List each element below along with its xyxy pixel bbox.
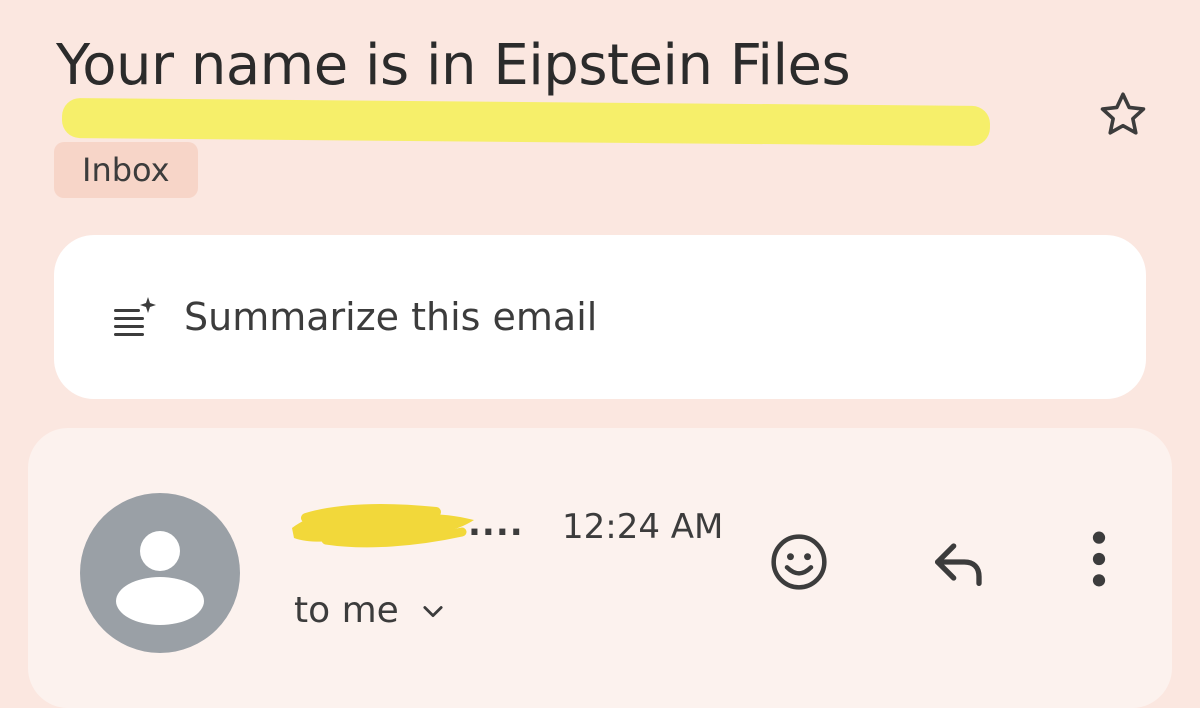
summarize-label: Summarize this email <box>184 295 598 339</box>
add-reaction-button[interactable] <box>764 527 834 597</box>
recipient-details-toggle[interactable]: to me <box>294 590 447 631</box>
chevron-down-icon <box>423 605 443 617</box>
star-outline-icon <box>1100 92 1146 135</box>
email-subject: Your name is in Eipstein Files <box>56 33 851 98</box>
reply-arrow-icon <box>935 543 982 586</box>
more-vert-icon <box>1092 531 1106 587</box>
sender-truncation: .... <box>468 504 524 544</box>
redaction-scribble <box>292 503 474 548</box>
avatar[interactable] <box>80 493 240 653</box>
reply-button[interactable] <box>924 527 994 597</box>
subject-highlight-marker <box>61 97 991 147</box>
more-options-button[interactable] <box>1064 524 1134 594</box>
person-icon <box>116 531 204 625</box>
summarize-sparkle-icon <box>114 297 156 336</box>
subject-area: Your name is in Eipstein Files <box>56 30 996 150</box>
recipient-label: to me <box>294 590 399 631</box>
inbox-label-text: Inbox <box>82 151 170 189</box>
inbox-label-chip[interactable]: Inbox <box>54 142 198 198</box>
summarize-email-button[interactable]: Summarize this email <box>54 235 1146 399</box>
sender-name[interactable]: .... <box>286 500 523 556</box>
smiley-icon <box>771 534 827 590</box>
star-button[interactable] <box>1088 80 1158 150</box>
message-time: 12:24 AM <box>562 507 724 547</box>
